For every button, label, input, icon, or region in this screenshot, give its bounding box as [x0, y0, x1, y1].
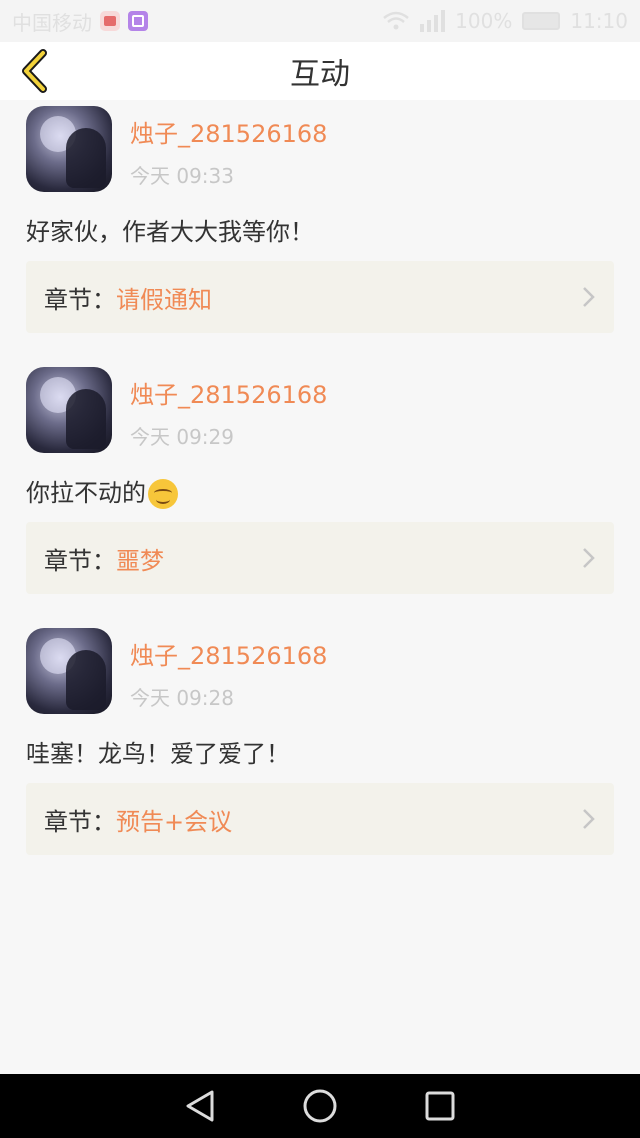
status-left: 中国移动 [12, 7, 148, 36]
chapter-name: 噩梦 [116, 546, 164, 575]
avatar[interactable] [26, 106, 112, 192]
nav-recents-button[interactable] [410, 1076, 470, 1136]
chapter-link[interactable]: 章节： 噩梦 [26, 522, 614, 594]
chevron-right-icon [583, 287, 595, 307]
chapter-label: 章节： [44, 807, 116, 836]
comment-text: 好家伙，作者大大我等你！ [26, 218, 314, 246]
avatar-figure [66, 650, 106, 710]
avatar[interactable] [26, 628, 112, 714]
avatar-figure [66, 389, 106, 449]
avatar[interactable] [26, 367, 112, 453]
avatar-figure [66, 128, 106, 188]
comment-feed: 烛子_281526168 今天 09:33 好家伙，作者大大我等你！ 章节： 请… [0, 100, 640, 883]
circle-home-icon [303, 1089, 337, 1123]
smirk-emoji-icon [148, 479, 178, 509]
chapter-link[interactable]: 章节： 预告+会议 [26, 783, 614, 855]
back-button[interactable] [14, 48, 54, 94]
wifi-icon [383, 11, 409, 30]
comment-card: 烛子_281526168 今天 09:29 你拉不动的 章节： 噩梦 [0, 361, 640, 622]
gallery-notification-icon [128, 11, 148, 31]
comment-text: 你拉不动的 [26, 479, 146, 507]
username[interactable]: 烛子_281526168 [130, 375, 327, 410]
chevron-right-icon [583, 548, 595, 568]
status-bar: 中国移动 100% 11:10 [0, 0, 640, 42]
nav-back-button[interactable] [170, 1076, 230, 1136]
chapter-link[interactable]: 章节： 请假通知 [26, 261, 614, 333]
system-nav-bar [0, 1074, 640, 1138]
comment-text-row: 你拉不动的 [26, 473, 178, 509]
notification-app-icon [100, 11, 120, 31]
battery-icon [522, 12, 561, 30]
nav-home-button[interactable] [290, 1076, 350, 1136]
chapter-label: 章节： [44, 546, 116, 575]
square-recents-icon [425, 1091, 455, 1121]
chevron-left-icon [22, 49, 47, 93]
chevron-right-icon [583, 809, 595, 829]
username[interactable]: 烛子_281526168 [130, 114, 327, 149]
triangle-back-icon [186, 1090, 214, 1122]
comment-card: 烛子_281526168 今天 09:28 哇塞！龙鸟！爱了爱了！ 章节： 预告… [0, 622, 640, 883]
page-title: 互动 [290, 57, 350, 92]
header: 互动 [0, 42, 640, 100]
clock: 11:10 [570, 9, 628, 33]
comment-card: 烛子_281526168 今天 09:33 好家伙，作者大大我等你！ 章节： 请… [0, 100, 640, 361]
chapter-name: 预告+会议 [116, 807, 233, 836]
status-right: 100% 11:10 [383, 9, 628, 33]
comment-time: 今天 09:33 [130, 164, 234, 188]
comment-time: 今天 09:29 [130, 425, 234, 449]
chapter-name: 请假通知 [116, 285, 212, 314]
carrier-label: 中国移动 [12, 10, 92, 35]
username[interactable]: 烛子_281526168 [130, 636, 327, 671]
signal-icon [420, 10, 446, 32]
battery-percent: 100% [455, 9, 513, 33]
chapter-label: 章节： [44, 285, 116, 314]
comment-time: 今天 09:28 [130, 686, 234, 710]
comment-text: 哇塞！龙鸟！爱了爱了！ [26, 740, 290, 768]
